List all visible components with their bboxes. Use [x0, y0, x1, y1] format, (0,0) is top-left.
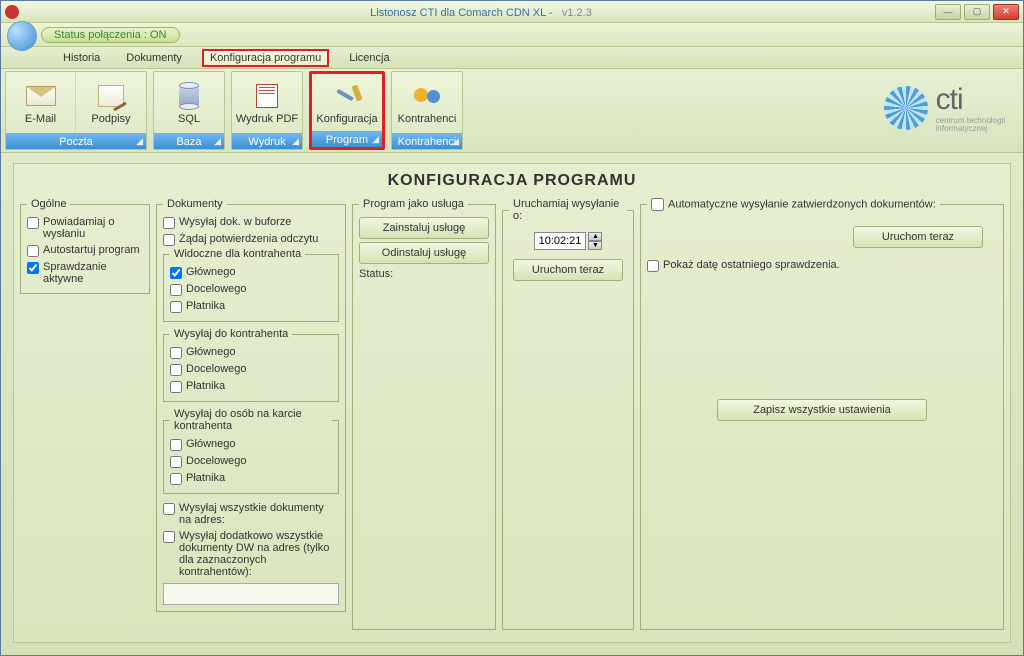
chk-widoczne-glownego[interactable]: Głównego [170, 264, 332, 281]
signature-icon [98, 85, 124, 107]
ribbon-email-button[interactable]: E-Mail [6, 72, 76, 133]
menu-konfiguracja-programu[interactable]: Konfiguracja programu [202, 49, 329, 67]
group-ogolne: Ogólne Powiadamiaj o wysłaniu Autostartu… [20, 198, 150, 294]
app-window: Listonosz CTI dla Comarch CDN XL - v1.2.… [0, 0, 1024, 656]
titlebar: Listonosz CTI dla Comarch CDN XL - v1.2.… [1, 1, 1023, 23]
menu-licencja[interactable]: Licencja [343, 50, 395, 66]
ribbon-podpisy-button[interactable]: Podpisy [76, 72, 146, 133]
auto-run-now-button[interactable]: Uruchom teraz [853, 226, 983, 248]
chk-bufor[interactable]: Wysyłaj dok. w buforze [163, 214, 339, 231]
time-spin-down[interactable]: ▼ [588, 241, 602, 250]
menubar: Historia Dokumenty Konfiguracja programu… [1, 47, 1023, 69]
group-dokumenty: Dokumenty Wysyłaj dok. w buforze Żądaj p… [156, 198, 346, 612]
database-icon [179, 84, 199, 108]
run-now-button[interactable]: Uruchom teraz [513, 259, 623, 281]
chk-widoczne-platnika[interactable]: Płatnika [170, 298, 332, 315]
window-title: Listonosz CTI dla Comarch CDN XL - v1.2.… [27, 5, 935, 19]
group-widoczne: Widoczne dla kontrahenta Głównego Docelo… [163, 248, 339, 322]
maximize-button[interactable]: ▢ [964, 4, 990, 20]
ribbon-kontrahenci-button[interactable]: Kontrahenci [392, 72, 462, 133]
ribbon-konfiguracja-button[interactable]: Konfiguracja [312, 74, 382, 131]
ribbon-wydrukpdf-button[interactable]: Wydruk PDF [232, 72, 302, 133]
group-usluga: Program jako usługa Zainstaluj usługę Od… [352, 198, 496, 630]
chk-wk-platnika[interactable]: Płatnika [170, 378, 332, 395]
chk-wo-glownego[interactable]: Głównego [170, 436, 332, 453]
people-icon [414, 84, 440, 108]
ribbon-group-label-wydruk: Wydruk◢ [232, 133, 302, 149]
group-auto: Automatyczne wysyłanie zatwierdzonych do… [640, 198, 1004, 630]
menu-historia[interactable]: Historia [57, 50, 106, 66]
ribbon-sql-button[interactable]: SQL [154, 72, 224, 133]
time-input[interactable]: 10:02:21 [534, 232, 587, 250]
chk-wk-docelowego[interactable]: Docelowego [170, 361, 332, 378]
globe-icon [7, 21, 37, 51]
chk-show-date[interactable]: Pokaż datę ostatniego sprawdzenia. [647, 257, 997, 274]
ribbon-group-program: Konfiguracja Program◢ [309, 71, 385, 150]
content-area: KONFIGURACJA PROGRAMU Ogólne Powiadamiaj… [1, 153, 1023, 655]
ribbon-group-kontrahenci: Kontrahenci Kontrahenci◢ [391, 71, 463, 150]
ribbon-group-label-program: Program◢ [312, 131, 382, 147]
chk-wysylaj-adres[interactable]: Wysyłaj wszystkie dokumenty na adres: [163, 500, 339, 528]
chk-autostart[interactable]: Autostartuj program [27, 242, 143, 259]
app-icon [5, 5, 19, 19]
save-all-button[interactable]: Zapisz wszystkie ustawienia [717, 399, 927, 421]
auto-enable-legend[interactable]: Automatyczne wysyłanie zatwierdzonych do… [647, 198, 940, 211]
chk-powiadamiaj-input[interactable] [27, 217, 39, 229]
chk-wo-platnika[interactable]: Płatnika [170, 470, 332, 487]
ribbon-group-wydruk: Wydruk PDF Wydruk◢ [231, 71, 303, 150]
logo-icon [884, 86, 928, 130]
ribbon-group-label-poczta: Poczta◢ [6, 133, 146, 149]
menu-dokumenty[interactable]: Dokumenty [120, 50, 188, 66]
dw-address-input[interactable] [163, 583, 339, 605]
connection-status: Status połączenia : ON [41, 27, 180, 43]
chk-widoczne-docelowego[interactable]: Docelowego [170, 281, 332, 298]
ribbon-group-poczta: E-Mail Podpisy Poczta◢ [5, 71, 147, 150]
chk-sprawdzanie-input[interactable] [27, 262, 39, 274]
chk-powiadamiaj[interactable]: Powiadamiaj o wysłaniu [27, 214, 143, 242]
group-wysylaj-kontrahenta: Wysyłaj do kontrahenta Głównego Docelowe… [163, 328, 339, 402]
chk-wk-glownego[interactable]: Głównego [170, 344, 332, 361]
chk-auto-enable[interactable] [651, 198, 664, 211]
group-uruchamiaj: Uruchamiaj wysyłanie o: 10:02:21 ▲ ▼ Uru… [502, 198, 634, 630]
chk-autostart-input[interactable] [27, 245, 39, 257]
ribbon-group-label-kontrahenci: Kontrahenci◢ [392, 133, 462, 149]
install-service-button[interactable]: Zainstaluj usługę [359, 217, 489, 239]
minimize-button[interactable]: — [935, 4, 961, 20]
tools-icon [334, 83, 360, 109]
page-title: KONFIGURACJA PROGRAMU [20, 168, 1004, 198]
status-row: Status połączenia : ON [1, 23, 1023, 47]
chk-wo-docelowego[interactable]: Docelowego [170, 453, 332, 470]
ribbon: E-Mail Podpisy Poczta◢ SQL Baza◢ [1, 69, 1023, 153]
uninstall-service-button[interactable]: Odinstaluj usługę [359, 242, 489, 264]
chk-wysylaj-dw[interactable]: Wysyłaj dodatkowo wszystkie dokumenty DW… [163, 528, 339, 580]
mail-icon [26, 86, 56, 106]
chk-potwierdzenie[interactable]: Żądaj potwierdzenia odczytu [163, 231, 339, 248]
logo: cti centrum technologii informatycznej [884, 83, 1005, 133]
pdf-icon [256, 84, 278, 108]
ribbon-group-baza: SQL Baza◢ [153, 71, 225, 150]
close-button[interactable]: ✕ [993, 4, 1019, 20]
service-status-label: Status: [359, 268, 489, 280]
config-page: KONFIGURACJA PROGRAMU Ogólne Powiadamiaj… [13, 163, 1011, 643]
chk-sprawdzanie[interactable]: Sprawdzanie aktywne [27, 259, 143, 287]
group-wysylaj-osob: Wysyłaj do osób na karcie kontrahenta Gł… [163, 408, 339, 494]
ribbon-group-label-baza: Baza◢ [154, 133, 224, 149]
time-spin-up[interactable]: ▲ [588, 232, 602, 241]
